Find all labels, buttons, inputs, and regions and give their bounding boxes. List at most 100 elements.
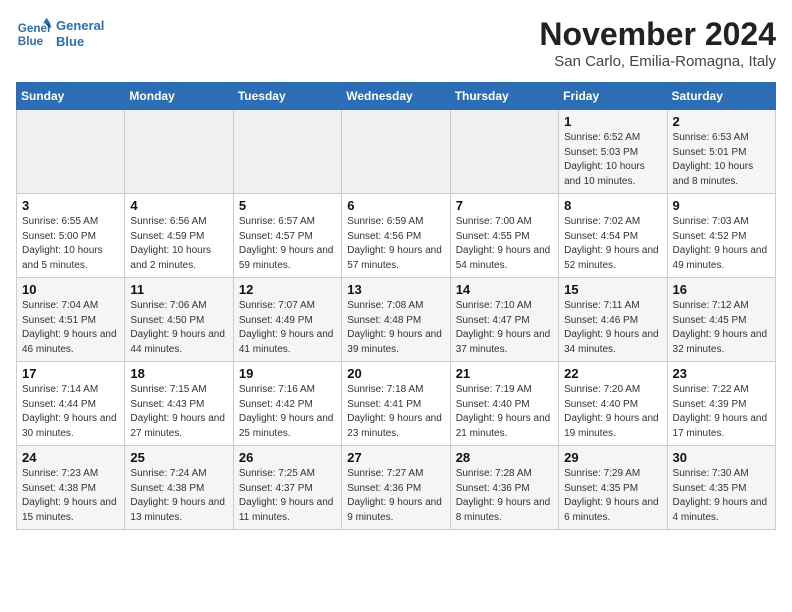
calendar-cell: 28 Sunrise: 7:28 AM Sunset: 4:36 PM Dayli… [450, 446, 558, 530]
calendar-table: SundayMondayTuesdayWednesdayThursdayFrid… [16, 82, 776, 530]
calendar-cell: 30Sunrise: 7:30 AM Sunset: 4:35 PM Dayli… [667, 446, 775, 530]
weekday-header: Wednesday [342, 83, 450, 110]
day-detail: Sunrise: 6:56 AM Sunset: 4:59 PM Dayligh… [130, 215, 227, 273]
day-detail: Sunrise: 7:03 AM Sunset: 4:52 PM Dayligh… [673, 215, 770, 273]
calendar-cell: 4 Sunrise: 6:56 AM Sunset: 4:59 PM Daylig… [125, 194, 233, 278]
calendar-cell: 13 Sunrise: 7:08 AM Sunset: 4:48 PM Dayli… [342, 278, 450, 362]
day-number: 2 [673, 114, 770, 129]
day-number: 13 [347, 282, 444, 297]
day-detail: Sunrise: 7:27 AM Sunset: 4:36 PM Dayligh… [347, 467, 444, 525]
day-detail: Sunrise: 7:08 AM Sunset: 4:48 PM Dayligh… [347, 299, 444, 357]
day-number: 21 [456, 366, 553, 381]
calendar-header-row: SundayMondayTuesdayWednesdayThursdayFrid… [17, 83, 776, 110]
day-number: 7 [456, 198, 553, 213]
weekday-header: Saturday [667, 83, 775, 110]
day-number: 8 [564, 198, 661, 213]
calendar-body: 1 Sunrise: 6:52 AM Sunset: 5:03 PM Daylig… [17, 110, 776, 530]
day-detail: Sunrise: 7:28 AM Sunset: 4:36 PM Dayligh… [456, 467, 553, 525]
day-detail: Sunrise: 6:57 AM Sunset: 4:57 PM Dayligh… [239, 215, 336, 273]
day-detail: Sunrise: 7:00 AM Sunset: 4:55 PM Dayligh… [456, 215, 553, 273]
day-detail: Sunrise: 7:20 AM Sunset: 4:40 PM Dayligh… [564, 383, 661, 441]
day-number: 27 [347, 450, 444, 465]
day-detail: Sunrise: 7:12 AM Sunset: 4:45 PM Dayligh… [673, 299, 770, 357]
day-number: 24 [22, 450, 119, 465]
weekday-header: Thursday [450, 83, 558, 110]
calendar-cell [450, 110, 558, 194]
calendar-cell: 7 Sunrise: 7:00 AM Sunset: 4:55 PM Daylig… [450, 194, 558, 278]
calendar-week-row: 24 Sunrise: 7:23 AM Sunset: 4:38 PM Dayli… [17, 446, 776, 530]
page-header: General Blue General Blue November 2024 … [16, 16, 776, 70]
weekday-header: Tuesday [233, 83, 341, 110]
day-detail: Sunrise: 6:53 AM Sunset: 5:01 PM Dayligh… [673, 131, 770, 189]
calendar-cell: 2 Sunrise: 6:53 AM Sunset: 5:01 PM Daylig… [667, 110, 775, 194]
day-number: 17 [22, 366, 119, 381]
day-detail: Sunrise: 7:04 AM Sunset: 4:51 PM Dayligh… [22, 299, 119, 357]
month-title: November 2024 [539, 16, 776, 53]
day-detail: Sunrise: 7:25 AM Sunset: 4:37 PM Dayligh… [239, 467, 336, 525]
day-number: 15 [564, 282, 661, 297]
day-number: 25 [130, 450, 227, 465]
day-number: 18 [130, 366, 227, 381]
day-detail: Sunrise: 6:52 AM Sunset: 5:03 PM Dayligh… [564, 131, 661, 189]
day-detail: Sunrise: 6:55 AM Sunset: 5:00 PM Dayligh… [22, 215, 119, 273]
day-detail: Sunrise: 7:30 AM Sunset: 4:35 PM Dayligh… [673, 467, 770, 525]
calendar-cell: 9 Sunrise: 7:03 AM Sunset: 4:52 PM Daylig… [667, 194, 775, 278]
calendar-cell: 24 Sunrise: 7:23 AM Sunset: 4:38 PM Dayli… [17, 446, 125, 530]
day-detail: Sunrise: 7:11 AM Sunset: 4:46 PM Dayligh… [564, 299, 661, 357]
calendar-cell: 21 Sunrise: 7:19 AM Sunset: 4:40 PM Dayli… [450, 362, 558, 446]
day-number: 26 [239, 450, 336, 465]
calendar-cell: 10Sunrise: 7:04 AM Sunset: 4:51 PM Dayli… [17, 278, 125, 362]
calendar-cell: 6 Sunrise: 6:59 AM Sunset: 4:56 PM Daylig… [342, 194, 450, 278]
day-detail: Sunrise: 7:19 AM Sunset: 4:40 PM Dayligh… [456, 383, 553, 441]
day-detail: Sunrise: 7:18 AM Sunset: 4:41 PM Dayligh… [347, 383, 444, 441]
day-number: 1 [564, 114, 661, 129]
calendar-cell: 23 Sunrise: 7:22 AM Sunset: 4:39 PM Dayli… [667, 362, 775, 446]
calendar-cell: 1 Sunrise: 6:52 AM Sunset: 5:03 PM Daylig… [559, 110, 667, 194]
day-number: 22 [564, 366, 661, 381]
day-number: 6 [347, 198, 444, 213]
logo: General Blue General Blue [16, 16, 104, 52]
title-section: November 2024 San Carlo, Emilia-Romagna,… [539, 16, 776, 70]
calendar-cell: 3 Sunrise: 6:55 AM Sunset: 5:00 PM Daylig… [17, 194, 125, 278]
day-number: 12 [239, 282, 336, 297]
day-number: 4 [130, 198, 227, 213]
calendar-cell [233, 110, 341, 194]
calendar-week-row: 1 Sunrise: 6:52 AM Sunset: 5:03 PM Daylig… [17, 110, 776, 194]
calendar-cell: 8 Sunrise: 7:02 AM Sunset: 4:54 PM Daylig… [559, 194, 667, 278]
day-detail: Sunrise: 7:29 AM Sunset: 4:35 PM Dayligh… [564, 467, 661, 525]
weekday-header: Monday [125, 83, 233, 110]
svg-text:Blue: Blue [18, 35, 44, 48]
calendar-cell: 12Sunrise: 7:07 AM Sunset: 4:49 PM Dayli… [233, 278, 341, 362]
day-detail: Sunrise: 7:14 AM Sunset: 4:44 PM Dayligh… [22, 383, 119, 441]
calendar-cell: 14 Sunrise: 7:10 AM Sunset: 4:47 PM Dayli… [450, 278, 558, 362]
calendar-cell: 5 Sunrise: 6:57 AM Sunset: 4:57 PM Daylig… [233, 194, 341, 278]
day-number: 19 [239, 366, 336, 381]
calendar-cell: 29 Sunrise: 7:29 AM Sunset: 4:35 PM Dayli… [559, 446, 667, 530]
day-number: 9 [673, 198, 770, 213]
calendar-cell [17, 110, 125, 194]
calendar-week-row: 3 Sunrise: 6:55 AM Sunset: 5:00 PM Daylig… [17, 194, 776, 278]
calendar-cell: 26 Sunrise: 7:25 AM Sunset: 4:37 PM Dayli… [233, 446, 341, 530]
day-detail: Sunrise: 7:23 AM Sunset: 4:38 PM Dayligh… [22, 467, 119, 525]
day-detail: Sunrise: 7:16 AM Sunset: 4:42 PM Dayligh… [239, 383, 336, 441]
day-number: 11 [130, 282, 227, 297]
calendar-cell [342, 110, 450, 194]
day-detail: Sunrise: 6:59 AM Sunset: 4:56 PM Dayligh… [347, 215, 444, 273]
day-detail: Sunrise: 7:22 AM Sunset: 4:39 PM Dayligh… [673, 383, 770, 441]
calendar-week-row: 17 Sunrise: 7:14 AM Sunset: 4:44 PM Dayli… [17, 362, 776, 446]
day-number: 23 [673, 366, 770, 381]
day-detail: Sunrise: 7:02 AM Sunset: 4:54 PM Dayligh… [564, 215, 661, 273]
calendar-cell: 15 Sunrise: 7:11 AM Sunset: 4:46 PM Dayli… [559, 278, 667, 362]
calendar-week-row: 10Sunrise: 7:04 AM Sunset: 4:51 PM Dayli… [17, 278, 776, 362]
calendar-cell: 17 Sunrise: 7:14 AM Sunset: 4:44 PM Dayli… [17, 362, 125, 446]
location-title: San Carlo, Emilia-Romagna, Italy [539, 53, 776, 70]
logo-text-line2: Blue [56, 34, 104, 50]
day-number: 3 [22, 198, 119, 213]
day-detail: Sunrise: 7:10 AM Sunset: 4:47 PM Dayligh… [456, 299, 553, 357]
day-number: 5 [239, 198, 336, 213]
day-detail: Sunrise: 7:15 AM Sunset: 4:43 PM Dayligh… [130, 383, 227, 441]
day-number: 28 [456, 450, 553, 465]
day-detail: Sunrise: 7:06 AM Sunset: 4:50 PM Dayligh… [130, 299, 227, 357]
day-number: 14 [456, 282, 553, 297]
day-number: 29 [564, 450, 661, 465]
